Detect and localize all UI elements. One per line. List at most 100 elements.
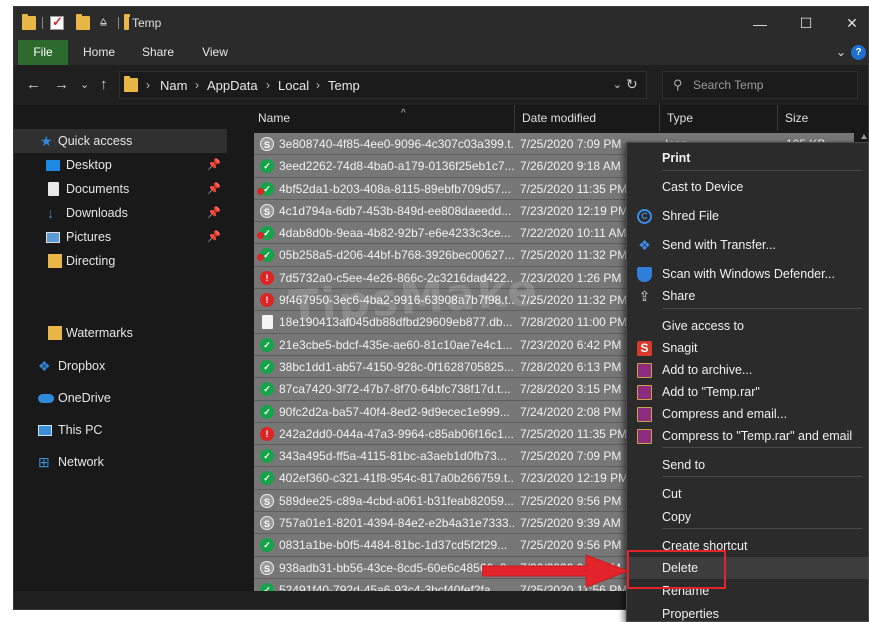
pin-icon[interactable]: 📌 <box>207 201 221 225</box>
search-input[interactable] <box>693 76 853 94</box>
synced-check-icon: ✓ <box>260 471 274 486</box>
menu-item-cut[interactable]: Cut <box>627 483 868 505</box>
nav-item-label: Pictures <box>66 230 112 244</box>
menu-item-label: Add to "Temp.rar" <box>662 385 760 399</box>
nav-item-onedrive[interactable]: OneDrive <box>14 386 227 410</box>
column-header-type[interactable]: Type <box>660 105 778 131</box>
menu-item-cast-to-device[interactable]: Cast to Device <box>627 176 868 198</box>
pin-icon[interactable]: 📌 <box>207 153 221 177</box>
address-history-chevron-icon[interactable]: ⌄ <box>613 78 622 91</box>
file-name: 4dab8d0b-9eaa-4b82-92b7-e6e4233c3ce... <box>279 226 511 241</box>
nav-item-pictures[interactable]: Pictures 📌 <box>14 225 227 249</box>
menu-item-scan-with-windows-defender[interactable]: Scan with Windows Defender... <box>627 263 868 285</box>
back-button[interactable]: ← <box>26 76 41 93</box>
file-name: 938adb31-bb56-43ce-8cd5-60e6c48566e9... <box>279 560 514 575</box>
file-name: 90fc2d2a-ba57-40f4-8ed2-9d9ecec1e999... <box>279 404 510 419</box>
breadcrumb-temp[interactable]: Temp <box>328 78 360 93</box>
scroll-up-arrow-icon[interactable] <box>861 134 867 139</box>
breadcrumb-separator: › <box>146 78 150 92</box>
breadcrumb-local[interactable]: Local <box>278 78 309 93</box>
maximize-button[interactable]: ☐ <box>783 7 829 40</box>
search-box[interactable]: ⚲ <box>662 71 858 99</box>
menu-item-send-with-transfer[interactable]: ❖ Send with Transfer... <box>627 234 868 256</box>
properties-icon[interactable] <box>50 14 64 30</box>
breadcrumb-appdata[interactable]: AppData <box>207 78 258 93</box>
file-name: 589dee25-c89a-4cbd-a061-b31feab82059... <box>279 493 514 508</box>
customize-quick-access-dropdown[interactable]: ⩠ <box>100 16 107 29</box>
winrar-icon <box>637 363 652 378</box>
file-date-modified: 7/23/2020 12:19 PM <box>520 203 629 218</box>
column-header-label: Name <box>258 111 291 125</box>
sort-ascending-icon: ^ <box>401 108 406 119</box>
menu-item-label: Cut <box>662 487 682 501</box>
menu-item-snagit[interactable]: S Snagit <box>627 337 868 359</box>
nav-item-network[interactable]: ⊞ Network <box>14 450 227 474</box>
menu-item-print[interactable]: Print <box>627 147 868 169</box>
nav-item-label: Dropbox <box>58 359 106 373</box>
breadcrumb-nam[interactable]: Nam <box>160 78 187 93</box>
file-name: 38bc1dd1-ab57-4150-928c-0f1628705825... <box>279 359 514 374</box>
nav-item-label: Watermarks <box>66 326 133 340</box>
menu-item-properties[interactable]: Properties <box>627 603 868 621</box>
file-date-modified: 7/28/2020 11:00 PM <box>520 315 628 330</box>
menu-item-give-access-to[interactable]: Give access to <box>627 315 868 337</box>
menu-item-copy[interactable]: Copy <box>627 506 868 528</box>
nav-item-this-pc[interactable]: This PC <box>14 418 227 442</box>
column-header-size[interactable]: Size <box>778 105 858 131</box>
tab-share[interactable]: Share <box>134 40 182 65</box>
pictures-icon <box>46 232 60 243</box>
nav-item-documents[interactable]: Documents 📌 <box>14 177 227 201</box>
file-date-modified: 7/25/2020 11:32 PM <box>520 248 628 263</box>
pin-icon[interactable]: 📌 <box>207 225 221 249</box>
nav-item-quick-access[interactable]: ★ Quick access <box>14 129 227 153</box>
up-button[interactable]: ↑ <box>100 76 108 93</box>
synced-check-icon: ✓ <box>260 404 274 419</box>
sync-status-icon: S <box>260 516 274 531</box>
pin-icon[interactable]: 📌 <box>207 177 221 201</box>
expand-ribbon-chevron-icon[interactable]: ⌄ <box>836 45 846 59</box>
file-name: 757a01e1-8201-4394-84e2-e2b4a31e7333... <box>279 516 514 531</box>
synced-check-icon: ✓ <box>257 248 274 263</box>
forward-button[interactable]: → <box>54 76 69 93</box>
tab-file[interactable]: File <box>18 40 68 65</box>
nav-item-downloads[interactable]: ↓ Downloads 📌 <box>14 201 227 225</box>
refresh-button[interactable]: ↻ <box>626 76 638 93</box>
menu-item-send-to[interactable]: Send to <box>627 454 868 476</box>
delete-highlight-box <box>627 550 726 589</box>
star-icon: ★ <box>40 133 53 149</box>
nav-item-label: Desktop <box>66 158 112 172</box>
close-button[interactable]: ✕ <box>829 7 868 40</box>
breadcrumb-separator: › <box>266 78 270 92</box>
tab-view[interactable]: View <box>194 40 236 65</box>
nav-item-label: OneDrive <box>58 391 111 405</box>
menu-item-compress-to-temp-rar-and-email[interactable]: Compress to "Temp.rar" and email <box>627 425 868 447</box>
synced-check-icon: ✓ <box>257 181 274 196</box>
recent-locations-dropdown[interactable]: ⌄ <box>80 78 89 91</box>
nav-item-watermarks[interactable]: Watermarks <box>14 321 227 345</box>
menu-item-shred-file[interactable]: C Shred File <box>627 205 868 227</box>
address-bar[interactable]: › Nam › AppData › Local › Temp ⌄ <box>119 71 647 99</box>
annotation-arrow-icon <box>482 554 630 588</box>
this-pc-icon <box>38 425 52 436</box>
nav-item-desktop[interactable]: Desktop 📌 <box>14 153 227 177</box>
menu-item-compress-and-email[interactable]: Compress and email... <box>627 403 868 425</box>
help-icon[interactable]: ? <box>851 45 866 60</box>
navigation-pane: ★ Quick access Desktop 📌 Documents 📌 ↓ D… <box>14 105 227 591</box>
menu-item-add-to-archive[interactable]: Add to archive... <box>627 359 868 381</box>
menu-separator <box>662 528 862 529</box>
column-header-date-modified[interactable]: Date modified <box>515 105 660 131</box>
new-folder-icon[interactable] <box>76 14 90 30</box>
nav-item-directing[interactable]: Directing <box>14 249 227 273</box>
menu-item-add-to-temp-rar[interactable]: Add to "Temp.rar" <box>627 381 868 403</box>
menu-item-share[interactable]: ⇪ Share <box>627 285 868 307</box>
minimize-button[interactable]: — <box>737 7 783 40</box>
file-name: 343a495d-ff5a-4115-81bc-a3aeb1d0fb73... <box>279 449 507 464</box>
sync-error-icon: ! <box>260 426 274 441</box>
menu-item-label: Scan with Windows Defender... <box>662 267 835 281</box>
menu-separator <box>662 308 862 309</box>
column-header-name[interactable]: Name ^ <box>251 105 515 131</box>
nav-item-dropbox[interactable]: ❖ Dropbox <box>14 354 227 378</box>
synced-check-icon: ✓ <box>260 337 274 352</box>
file-date-modified: 7/22/2020 10:11 AM <box>520 226 627 241</box>
tab-home[interactable]: Home <box>76 40 122 65</box>
